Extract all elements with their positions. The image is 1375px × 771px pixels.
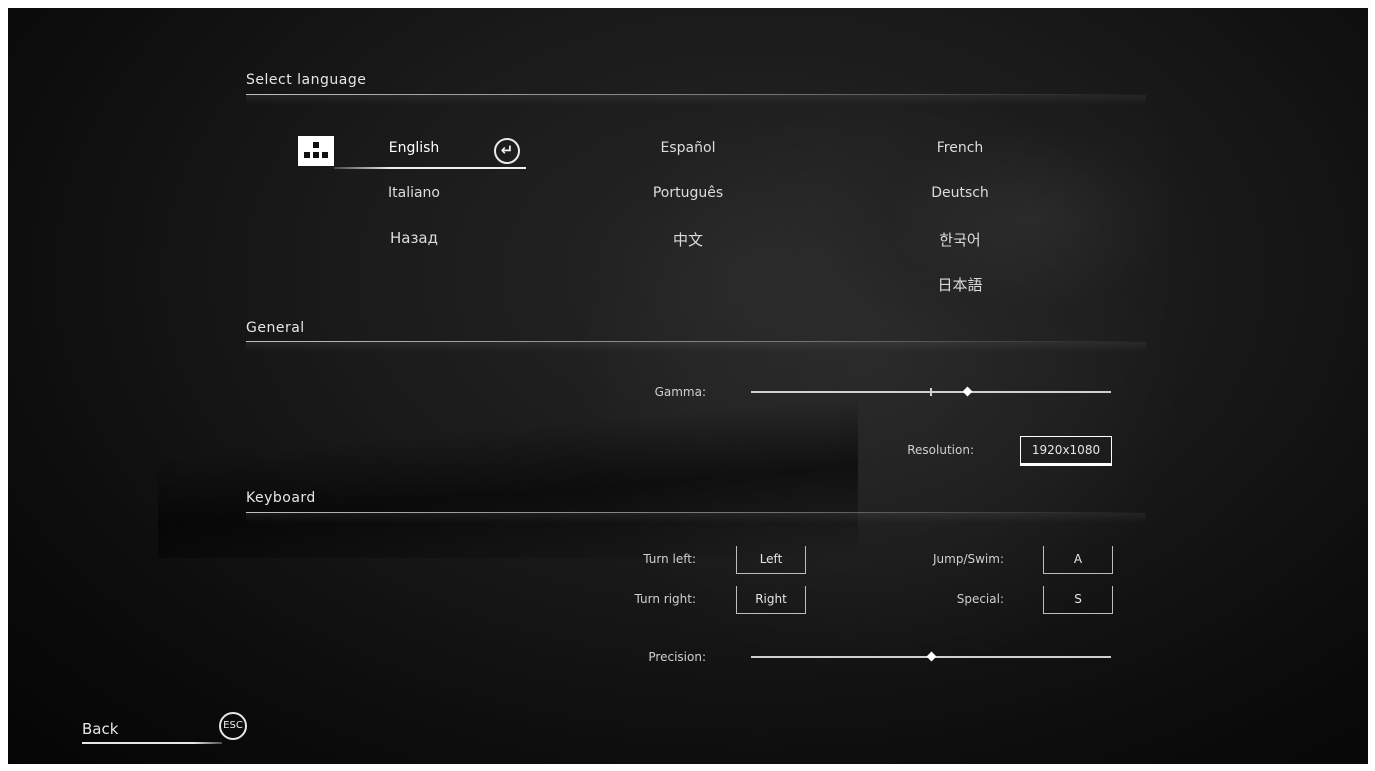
keyboard-keys-icon bbox=[298, 136, 334, 166]
gamma-slider-knob[interactable] bbox=[962, 386, 972, 397]
esc-key-icon[interactable]: ESC bbox=[219, 712, 247, 740]
resolution-selector[interactable]: 1920x1080 bbox=[1020, 436, 1112, 466]
language-option-italiano[interactable]: Italiano bbox=[334, 185, 494, 201]
language-selection-underline bbox=[334, 167, 526, 169]
section-glow-keyboard bbox=[246, 513, 1146, 523]
language-option-deutsch[interactable]: Deutsch bbox=[880, 185, 1040, 201]
language-option-espanol[interactable]: Español bbox=[608, 140, 768, 156]
section-glow-general bbox=[246, 342, 1146, 352]
language-option-japanese[interactable]: 日本語 bbox=[880, 274, 1040, 295]
turn-right-label: Turn right: bbox=[634, 592, 697, 606]
resolution-label: Resolution: bbox=[907, 443, 974, 457]
section-title-keyboard: Keyboard bbox=[246, 490, 316, 506]
language-option-portugues[interactable]: Português bbox=[608, 185, 768, 201]
gamma-label: Gamma: bbox=[654, 385, 706, 399]
background-ground bbox=[158, 388, 858, 558]
back-button[interactable]: Back bbox=[82, 720, 118, 738]
turn-right-keybind[interactable]: Right bbox=[736, 586, 806, 614]
background-tree bbox=[828, 88, 1168, 348]
section-glow-language bbox=[246, 95, 1146, 105]
jump-swim-label: Jump/Swim: bbox=[933, 552, 1004, 566]
turn-left-label: Turn left: bbox=[643, 552, 696, 566]
language-option-english[interactable]: English bbox=[334, 140, 494, 156]
section-title-language: Select language bbox=[246, 72, 367, 88]
precision-label: Precision: bbox=[648, 650, 706, 664]
language-option-russian[interactable]: Назад bbox=[334, 229, 494, 247]
gamma-slider-default-tick bbox=[930, 388, 932, 396]
jump-swim-keybind[interactable]: A bbox=[1043, 546, 1113, 574]
language-option-chinese[interactable]: 中文 bbox=[608, 229, 768, 250]
turn-left-keybind[interactable]: Left bbox=[736, 546, 806, 574]
settings-screen: Select language English ↵ Español French… bbox=[8, 8, 1368, 764]
back-underline bbox=[82, 742, 222, 744]
special-label: Special: bbox=[956, 592, 1004, 606]
enter-key-icon: ↵ bbox=[494, 138, 520, 164]
language-option-french[interactable]: French bbox=[880, 140, 1040, 156]
special-keybind[interactable]: S bbox=[1043, 586, 1113, 614]
section-title-general: General bbox=[246, 320, 305, 336]
precision-slider-knob[interactable] bbox=[926, 651, 936, 662]
language-option-korean[interactable]: 한국어 bbox=[880, 229, 1040, 250]
